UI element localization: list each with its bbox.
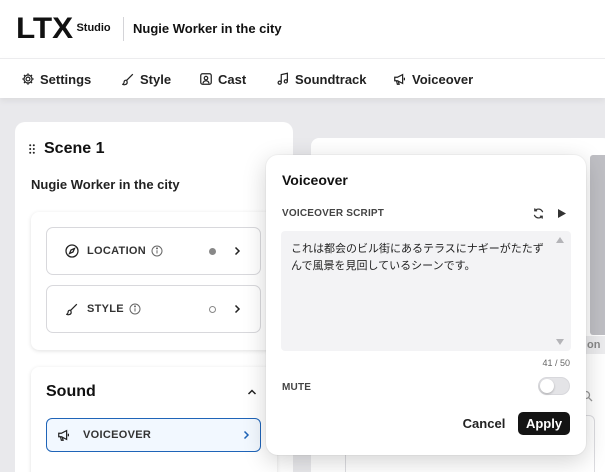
info-icon[interactable] [151, 245, 163, 257]
tab-cast-label: Cast [218, 71, 247, 87]
music-note-icon [277, 72, 288, 85]
tab-voiceover[interactable]: Voiceover [393, 59, 473, 99]
voiceover-popover: Voiceover VOICEOVER SCRIPT これは都会のビル街にあるテ… [266, 155, 586, 455]
compass-icon [65, 244, 79, 258]
location-label: LOCATION [87, 245, 147, 257]
tab-style-label: Style [140, 71, 172, 87]
tab-soundtrack-label: Soundtrack [295, 71, 367, 87]
chevron-right-icon [234, 246, 241, 256]
brush-icon [122, 73, 134, 86]
mute-toggle[interactable] [538, 377, 570, 395]
scroll-down-arrow[interactable] [556, 339, 564, 345]
person-icon [200, 73, 212, 85]
chevron-right-icon [243, 430, 250, 440]
voiceover-script-label: VOICEOVER SCRIPT [282, 208, 385, 219]
sound-title: Sound [46, 383, 96, 400]
chevron-right-icon [234, 304, 241, 314]
gear-icon [22, 73, 34, 85]
logo-mark: LTX [16, 12, 74, 45]
scene-item-location[interactable]: LOCATION [46, 227, 261, 275]
project-title[interactable]: Nugie Worker in the city [133, 21, 282, 36]
regenerate-icon[interactable] [532, 207, 545, 220]
logo-studio-label: Studio [76, 22, 111, 34]
chevron-up-icon[interactable] [246, 386, 258, 398]
location-status-dot [209, 248, 216, 255]
voiceover-script-textarea[interactable]: これは都会のビル街にあるテラスにナギーがたたずんで風景を見回しているシーンです。 [281, 231, 571, 351]
style-status-dot [209, 306, 216, 313]
character-counter: 41 / 50 [542, 358, 570, 368]
tab-style[interactable]: Style [121, 59, 171, 99]
play-icon[interactable] [556, 208, 567, 219]
scene-item-style[interactable]: STYLE [46, 285, 261, 333]
style-label: STYLE [87, 303, 124, 315]
scroll-up-arrow[interactable] [556, 237, 564, 243]
brush-icon [66, 303, 78, 316]
scene-subtitle: Nugie Worker in the city [31, 177, 180, 192]
popover-title: Voiceover [282, 172, 348, 188]
drag-handle-icon[interactable] [29, 144, 35, 154]
sound-item-voiceover[interactable]: VOICEOVER [46, 418, 261, 452]
tab-voiceover-label: Voiceover [412, 71, 474, 87]
info-icon[interactable] [129, 303, 141, 315]
tab-bar: Settings Style Cast Soundtrack Voiceover [0, 58, 605, 98]
mute-toggle-knob [540, 379, 554, 393]
mute-label: MUTE [282, 382, 312, 393]
header-divider [123, 17, 124, 41]
voiceover-label: VOICEOVER [83, 429, 152, 441]
preview-strip-label: on [583, 336, 605, 354]
scene-title: Scene 1 [44, 140, 105, 157]
apply-button[interactable]: Apply [518, 412, 570, 435]
preview-image [590, 155, 605, 335]
cancel-button[interactable]: Cancel [456, 411, 512, 435]
tab-soundtrack[interactable]: Soundtrack [276, 59, 367, 99]
megaphone-icon [394, 73, 405, 85]
megaphone-icon [58, 429, 69, 441]
top-bar: LTX Studio Nugie Worker in the city [0, 0, 605, 58]
ltx-studio-logo[interactable]: LTX Studio [16, 12, 111, 45]
tab-settings[interactable]: Settings [21, 59, 91, 99]
tab-cast[interactable]: Cast [199, 59, 246, 99]
tab-settings-label: Settings [40, 71, 92, 87]
voiceover-script-text: これは都会のビル街にあるテラスにナギーがたたずんで風景を見回しているシーンです。 [291, 242, 544, 272]
